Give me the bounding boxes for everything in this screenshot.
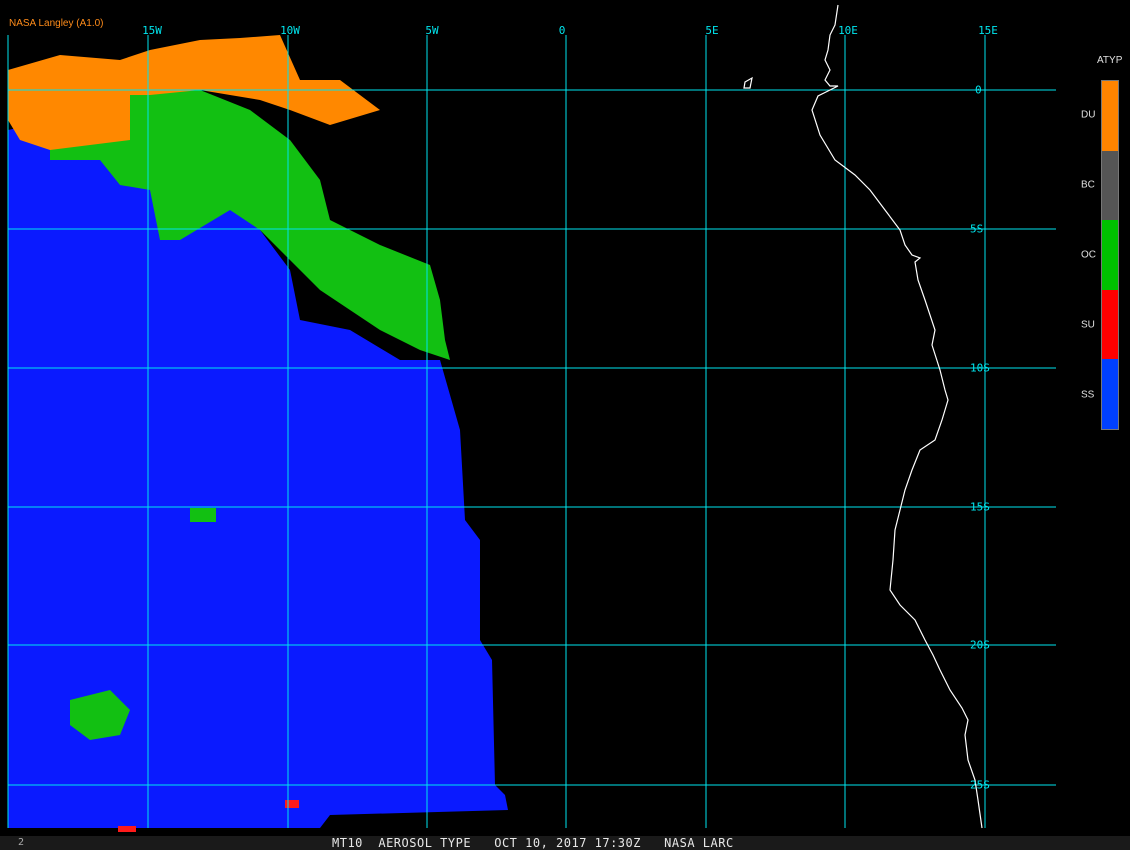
coastline-island [743,76,753,89]
legend-swatch-su [1102,289,1118,360]
legend-label-ss: SS [1081,389,1095,401]
aerosol-type-map [7,4,1056,832]
legend-label-du: DU [1081,109,1096,121]
footer-caption: MT10 AEROSOL TYPE OCT 10, 2017 17:30Z NA… [332,836,734,850]
lat-label: 0 [975,83,982,97]
lat-label: 20S [970,638,990,652]
lat-label: 15S [970,500,990,514]
lon-label: 15E [978,24,998,37]
aerosol-patch-su [118,826,136,832]
lat-label: 5S [970,222,984,236]
lon-label: 10E [838,24,858,37]
legend-color-bar [1101,80,1119,430]
lon-label: 5E [705,24,719,37]
legend-swatch-ss [1102,359,1118,429]
lon-label: 10W [280,24,300,37]
legend-swatch-bc [1102,150,1118,221]
lat-label: 25S [970,778,990,792]
lon-label: 0 [558,24,566,37]
legend-label-oc: OC [1081,249,1096,261]
legend-label-su: SU [1081,319,1095,331]
legend-title: ATYP [1097,55,1123,66]
lon-label: 5W [425,24,439,37]
lon-label: 15W [142,24,162,37]
lat-label: 10S [970,361,990,375]
coastline-africa [811,4,983,829]
legend-swatch-du [1102,81,1118,151]
coastline [743,4,983,829]
legend-label-bc: BC [1081,179,1095,191]
aerosol-patch-oc [190,508,216,522]
legend-swatch-oc [1102,220,1118,290]
aerosol-regions [8,35,508,832]
aerosol-patch-su [285,800,299,808]
footer-bar: 2 MT10 AEROSOL TYPE OCT 10, 2017 17:30Z … [0,836,1130,850]
brand-label: NASA Langley (A1.0) [9,18,104,29]
footer-frame-number: 2 [18,837,25,848]
